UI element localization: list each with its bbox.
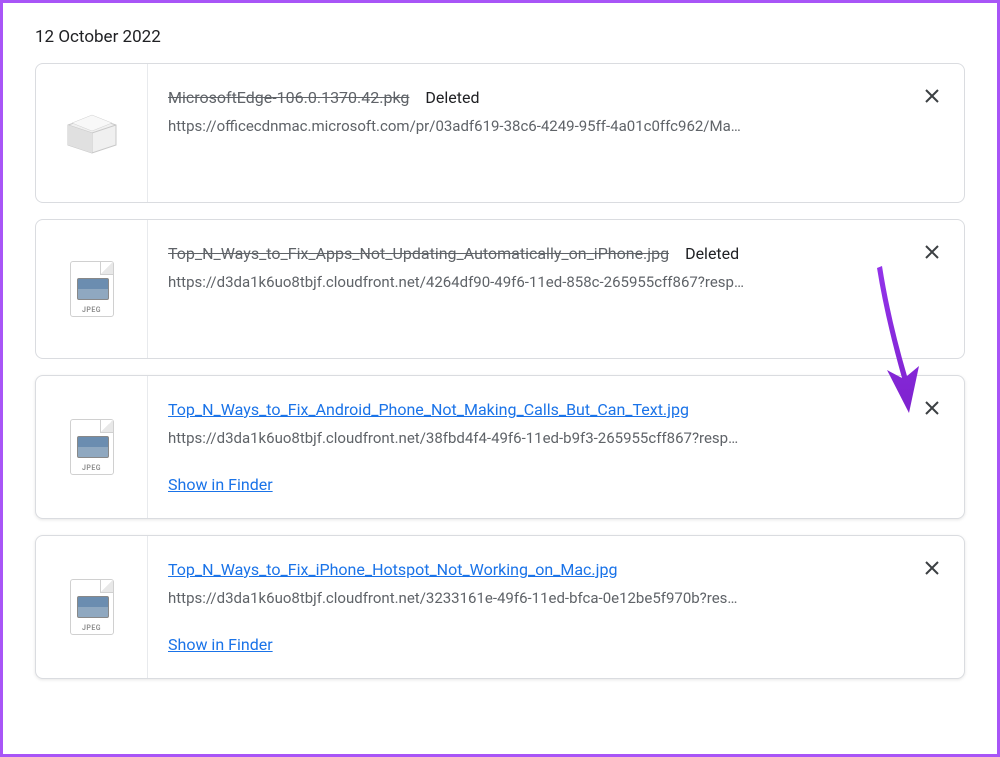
download-content: Top_N_Ways_to_Fix_Android_Phone_Not_Maki… xyxy=(148,376,964,518)
close-icon xyxy=(924,560,940,576)
jpeg-icon: JPEG xyxy=(70,579,114,635)
download-item: JPEG Top_N_Ways_to_Fix_Android_Phone_Not… xyxy=(35,375,965,519)
jpeg-icon: JPEG xyxy=(70,419,114,475)
deleted-label: Deleted xyxy=(425,88,479,107)
remove-download-button[interactable] xyxy=(920,240,944,264)
download-url[interactable]: https://d3da1k6uo8tbjf.cloudfront.net/42… xyxy=(168,273,848,291)
download-url[interactable]: https://d3da1k6uo8tbjf.cloudfront.net/38… xyxy=(168,429,848,447)
show-in-finder-link[interactable]: Show in Finder xyxy=(168,475,273,494)
download-item: JPEG Top_N_Ways_to_Fix_iPhone_Hotspot_No… xyxy=(35,535,965,679)
remove-download-button[interactable] xyxy=(920,556,944,580)
download-filename-link[interactable]: Top_N_Ways_to_Fix_Android_Phone_Not_Maki… xyxy=(168,400,689,419)
download-item: MicrosoftEdge-106.0.1370.42.pkg Deleted … xyxy=(35,63,965,203)
file-icon-section: JPEG xyxy=(36,376,148,518)
download-url[interactable]: https://officecdnmac.microsoft.com/pr/03… xyxy=(168,117,848,135)
date-header: 12 October 2022 xyxy=(35,27,965,47)
file-icon-section: JPEG xyxy=(36,536,148,678)
close-icon xyxy=(924,88,940,104)
file-icon-section: JPEG xyxy=(36,220,148,358)
pkg-icon xyxy=(64,109,120,157)
close-icon xyxy=(924,244,940,260)
deleted-label: Deleted xyxy=(685,244,739,263)
download-url[interactable]: https://d3da1k6uo8tbjf.cloudfront.net/32… xyxy=(168,589,848,607)
download-item: JPEG Top_N_Ways_to_Fix_Apps_Not_Updating… xyxy=(35,219,965,359)
download-filename-link[interactable]: Top_N_Ways_to_Fix_iPhone_Hotspot_Not_Wor… xyxy=(168,560,617,579)
download-filename: Top_N_Ways_to_Fix_Apps_Not_Updating_Auto… xyxy=(168,244,669,263)
jpeg-icon: JPEG xyxy=(70,261,114,317)
remove-download-button[interactable] xyxy=(920,84,944,108)
remove-download-button[interactable] xyxy=(920,396,944,420)
file-icon-section xyxy=(36,64,148,202)
close-icon xyxy=(924,400,940,416)
show-in-finder-link[interactable]: Show in Finder xyxy=(168,635,273,654)
download-content: Top_N_Ways_to_Fix_Apps_Not_Updating_Auto… xyxy=(148,220,964,358)
download-content: MicrosoftEdge-106.0.1370.42.pkg Deleted … xyxy=(148,64,964,202)
download-content: Top_N_Ways_to_Fix_iPhone_Hotspot_Not_Wor… xyxy=(148,536,964,678)
download-filename: MicrosoftEdge-106.0.1370.42.pkg xyxy=(168,88,409,107)
